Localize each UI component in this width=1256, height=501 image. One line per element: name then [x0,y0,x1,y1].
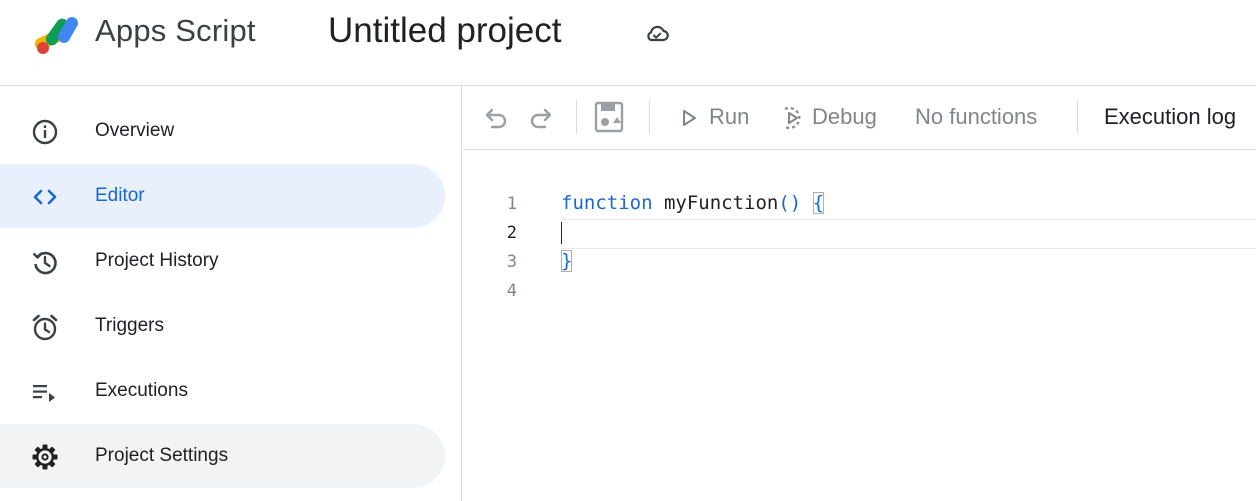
current-line-highlight [561,219,1256,249]
function-select-value: No functions [915,104,1038,129]
sidebar-item-project-settings[interactable]: Project Settings [0,424,445,488]
executions-list-icon [33,385,55,402]
debug-label: Debug [812,104,877,129]
code-text[interactable]: function myFunction() { [561,192,825,214]
code-open-brace: { [812,192,825,214]
cloud-saved-icon [647,25,669,42]
toolbar-divider [1077,100,1078,134]
save-drive-icon[interactable] [593,100,627,134]
sidebar-item-label: Executions [95,380,188,401]
code-line-current[interactable]: 2 [463,219,1256,249]
code-line[interactable]: 4 [463,277,1256,306]
function-select[interactable]: No functions [915,100,1055,134]
sidebar-item-executions[interactable]: Executions [0,359,445,423]
debug-icon [784,106,801,130]
line-number: 2 [506,223,517,243]
code-function-name: myFunction [663,192,779,214]
debug-button[interactable]: Debug [781,100,887,134]
sidebar-item-label: Overview [95,120,175,141]
undo-icon[interactable] [483,100,511,134]
sidebar-item-label: Editor [95,185,145,206]
line-number: 3 [506,252,517,272]
sidebar-item-label: Triggers [95,315,164,336]
play-icon [683,110,696,126]
alarm-icon [32,314,58,341]
project-title[interactable]: Untitled project [326,11,563,51]
code-parens: () [778,192,802,214]
code-line[interactable]: 1 function myFunction() { [463,190,1256,219]
code-keyword: function [561,192,653,214]
code-line[interactable]: 3 } [463,248,1256,277]
sidebar-item-label: Project History [95,250,219,271]
code-text[interactable] [561,221,562,244]
history-icon [32,251,57,275]
sidebar-item-label: Project Settings [95,445,229,466]
sidebar-item-triggers[interactable]: Triggers [0,294,445,358]
sidebar-item-editor[interactable]: Editor [0,164,445,228]
sidebar: Overview Editor Project History Triggers [0,86,462,501]
app-header: Apps Script Untitled project [0,0,1256,86]
code-close-brace: } [561,250,573,272]
execution-log-button[interactable]: Execution log [1104,100,1254,134]
run-button[interactable]: Run [681,100,753,134]
info-icon [32,119,58,145]
code-text[interactable]: } [561,250,573,272]
toolbar-divider [576,100,577,134]
execution-log-label: Execution log [1104,104,1237,129]
sidebar-item-overview[interactable]: Overview [0,99,445,163]
code-editor[interactable]: 1 function myFunction() { 2 3 } 4 [463,150,1256,501]
code-icon [33,189,57,205]
toolbar-divider [649,100,650,134]
gear-icon [32,444,58,470]
redo-icon[interactable] [526,100,554,134]
sidebar-item-project-history[interactable]: Project History [0,229,445,293]
text-cursor [561,221,562,244]
editor-toolbar: Run Debug No functions Execution log [463,86,1256,150]
apps-script-logo-icon[interactable] [32,12,86,56]
line-number: 1 [506,194,517,214]
line-number: 4 [506,281,517,301]
app-name[interactable]: Apps Script [95,13,256,49]
run-label: Run [709,104,750,129]
